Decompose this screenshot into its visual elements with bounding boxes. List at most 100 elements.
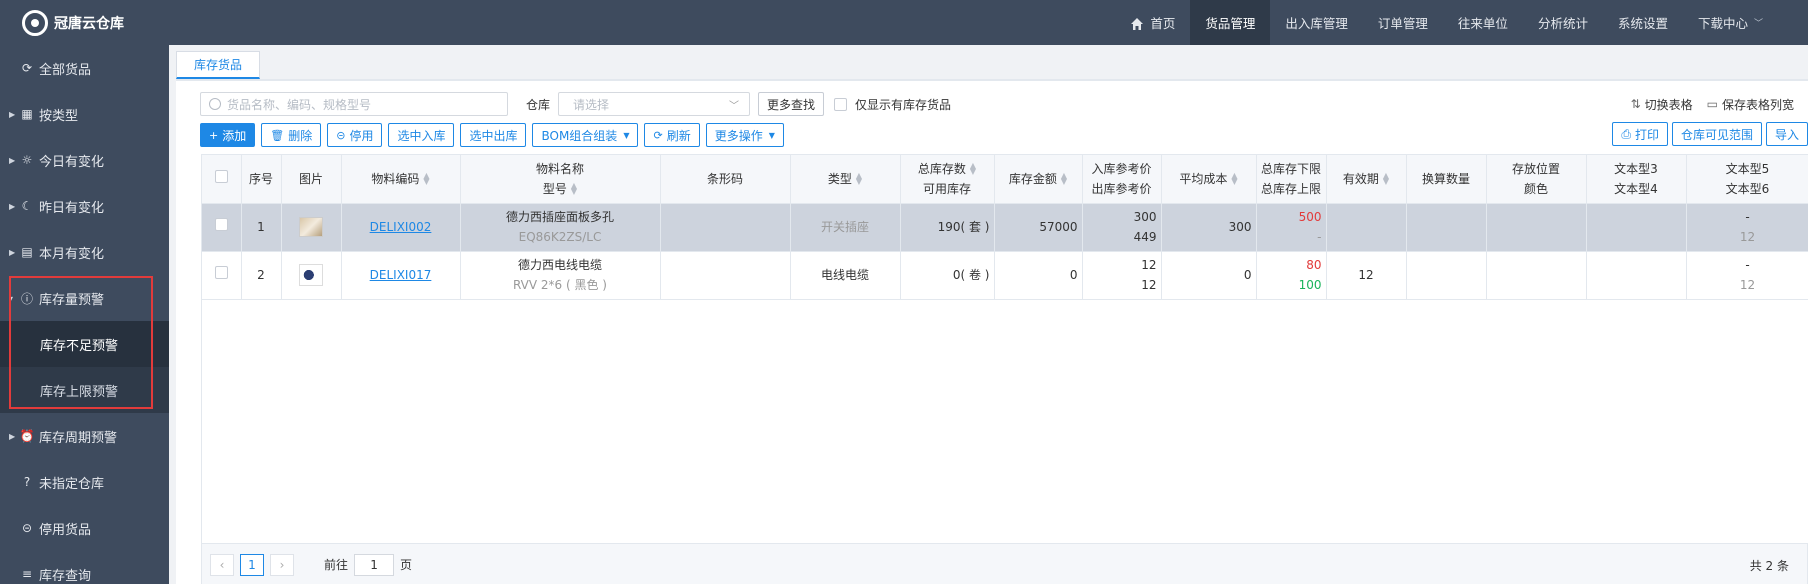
more-ops-button[interactable]: 更多操作 ▼: [705, 123, 784, 147]
caret-down-icon: ▾: [9, 293, 14, 303]
only-stock-toggle[interactable]: 仅显示有库存货品: [834, 96, 951, 113]
sidebar-item-low-stock[interactable]: 库存不足预警: [0, 321, 169, 367]
caret-right-icon: ▶: [9, 431, 16, 441]
col-barcode: 条形码: [660, 155, 791, 204]
import-button[interactable]: 导入: [1765, 122, 1808, 146]
switch-icon: ⇅: [1630, 97, 1641, 111]
caret-down-icon: ▼: [768, 130, 775, 140]
prev-page-button[interactable]: ‹: [210, 553, 234, 576]
next-page-button[interactable]: ›: [270, 553, 294, 576]
sort-icon[interactable]: ▲ ▼: [571, 182, 577, 196]
select-out-button[interactable]: 选中出库: [460, 123, 527, 147]
sidebar-item-no-warehouse[interactable]: ? 未指定仓库: [0, 459, 169, 505]
select-in-button[interactable]: 选中入库: [388, 123, 455, 147]
sidebar-item-cycle-alert[interactable]: ▶ ⏰ 库存周期预警: [0, 413, 169, 459]
col-amount[interactable]: 库存金额 ▲ ▼: [994, 155, 1083, 204]
product-code-link[interactable]: DELIXI017: [370, 268, 432, 282]
table-row[interactable]: 1 DELIXI002 德力西插座面板多孔 EQ86K2ZS/LC 开关插座 1…: [202, 203, 1808, 252]
more-search-button[interactable]: 更多查找: [758, 92, 825, 116]
goto-page-input[interactable]: 1: [354, 553, 395, 576]
nav-home[interactable]: 首页: [1115, 0, 1190, 45]
save-width-button[interactable]: ▭ 保存表格列宽: [1707, 96, 1794, 113]
switch-table-button[interactable]: ⇅ 切换表格: [1631, 96, 1693, 113]
col-location: 存放位置 颜色: [1486, 155, 1587, 204]
sidebar-item-disabled[interactable]: ⊝ 停用货品: [0, 505, 169, 551]
only-stock-checkbox[interactable]: [834, 97, 848, 111]
table-row[interactable]: 2 DELIXI017 德力西电线电缆 RVV 2*6 ( 黑色 ) 电线电缆 …: [202, 251, 1808, 300]
sidebar-item-all-goods[interactable]: ⟳ 全部货品: [0, 45, 169, 91]
search-input[interactable]: 货品名称、编码、规格型号: [200, 92, 508, 116]
sidebar-item-by-type[interactable]: ▶ ▦ 按类型: [0, 91, 169, 137]
col-stock[interactable]: 总库存数 ▲ ▼ 可用库存: [900, 155, 995, 204]
product-code-link[interactable]: DELIXI002: [370, 220, 432, 234]
app-logo[interactable]: 冠唐云仓库: [0, 0, 169, 45]
folder-icon: ▭: [1706, 97, 1718, 111]
col-name[interactable]: 物料名称 型号 ▲ ▼: [460, 155, 661, 204]
sort-icon[interactable]: ▲ ▼: [1231, 172, 1237, 186]
text5: -: [1745, 210, 1750, 224]
table-actions: ⎙ 打印 仓库可见范围 导入: [1608, 122, 1808, 148]
col-conv-qty: 换算数量: [1406, 155, 1487, 204]
bom-button[interactable]: BOM组合组装 ▼: [532, 123, 639, 147]
nav-settings[interactable]: 系统设置: [1603, 0, 1683, 45]
disable-button[interactable]: ⊝ 停用: [327, 123, 383, 147]
col-type[interactable]: 类型 ▲ ▼: [790, 155, 901, 204]
main-content: 库存货品 货品名称、编码、规格型号 仓库 请选择 ﹀ 更多查找 仅显示有库存货品…: [169, 45, 1808, 584]
sidebar-item-stock-query[interactable]: ≡ 库存查询: [0, 551, 169, 584]
text6: 12: [1739, 278, 1756, 292]
top-bar: 冠唐云仓库 首页 货品管理 出入库管理 订单管理 往来单位 分析统计 系统设置 …: [0, 0, 1808, 45]
product-model: RVV 2*6 ( 黑色 ): [513, 278, 607, 292]
product-name: 德力西插座面板多孔: [505, 210, 614, 224]
sidebar-item-stock-alert[interactable]: ▾ ⓘ 库存量预警: [0, 275, 169, 321]
product-thumbnail[interactable]: [299, 264, 323, 286]
nav-analysis[interactable]: 分析统计: [1523, 0, 1603, 45]
add-button[interactable]: + 添加: [200, 123, 256, 147]
sort-icon[interactable]: ▲ ▼: [1383, 172, 1389, 186]
select-all-checkbox[interactable]: [214, 169, 228, 183]
sidebar-item-month[interactable]: ▶ ▤ 本月有变化: [0, 229, 169, 275]
chevron-left-icon: ‹: [219, 557, 225, 572]
stock-amount: 0: [994, 251, 1083, 300]
moon-icon: ☾: [21, 199, 33, 213]
sort-icon[interactable]: ▲ ▼: [423, 172, 429, 186]
stock-upper: 100: [1298, 278, 1322, 292]
trash-icon: 🗑: [270, 128, 285, 142]
total-count: 共 2 条: [1749, 559, 1789, 573]
table-header-row: 序号 图片 物料编码 ▲ ▼ 物料名称 型号 ▲ ▼ 条形码 类型 ▲ ▼ 总库存数 ▲ ▼ 可…: [202, 155, 1808, 204]
col-seq: 序号: [241, 155, 282, 204]
sort-icon[interactable]: ▲ ▼: [970, 162, 976, 176]
list-icon: ≡: [21, 567, 33, 581]
tab-stock-goods[interactable]: 库存货品: [176, 51, 261, 79]
sidebar-item-today[interactable]: ▶ ☼ 今日有变化: [0, 137, 169, 183]
col-avg-cost[interactable]: 平均成本 ▲ ▼: [1161, 155, 1257, 204]
row-checkbox[interactable]: [214, 218, 228, 231]
sidebar-item-high-stock[interactable]: 库存上限预警: [0, 367, 169, 413]
sort-icon[interactable]: ▲ ▼: [856, 172, 862, 186]
refresh-button[interactable]: ⟳ 刷新: [644, 123, 700, 147]
goto-page: 前往 1 页: [324, 553, 412, 576]
nav-goods[interactable]: 货品管理: [1190, 0, 1271, 45]
warehouse-select[interactable]: 请选择 ﹀: [558, 92, 751, 116]
page-number[interactable]: 1: [240, 553, 264, 576]
delete-button[interactable]: 🗑 删除: [261, 123, 322, 147]
nav-inout[interactable]: 出入库管理: [1270, 0, 1363, 45]
calendar-icon: ▤: [21, 245, 33, 259]
nav-orders[interactable]: 订单管理: [1363, 0, 1443, 45]
col-code[interactable]: 物料编码 ▲ ▼: [341, 155, 461, 204]
clock-icon: ⏰: [19, 429, 35, 443]
sort-icon[interactable]: ▲ ▼: [1061, 172, 1067, 186]
row-checkbox[interactable]: [214, 266, 228, 279]
nav-downloads[interactable]: 下载中心 ﹀: [1683, 0, 1808, 45]
col-text56: 文本型5 文本型6: [1686, 155, 1808, 204]
out-price: 449: [1133, 230, 1157, 244]
sidebar-item-yesterday[interactable]: ▶ ☾ 昨日有变化: [0, 183, 169, 229]
expiry: [1326, 203, 1407, 252]
out-price: 12: [1141, 278, 1157, 292]
print-button[interactable]: ⎙ 打印: [1612, 122, 1668, 146]
product-thumbnail[interactable]: [299, 217, 323, 237]
visible-range-button[interactable]: 仓库可见范围: [1671, 122, 1762, 146]
chevron-right-icon: ›: [279, 557, 285, 572]
alert-icon: ⓘ: [20, 291, 33, 306]
col-expiry[interactable]: 有效期 ▲ ▼: [1326, 155, 1407, 204]
nav-partners[interactable]: 往来单位: [1443, 0, 1523, 45]
